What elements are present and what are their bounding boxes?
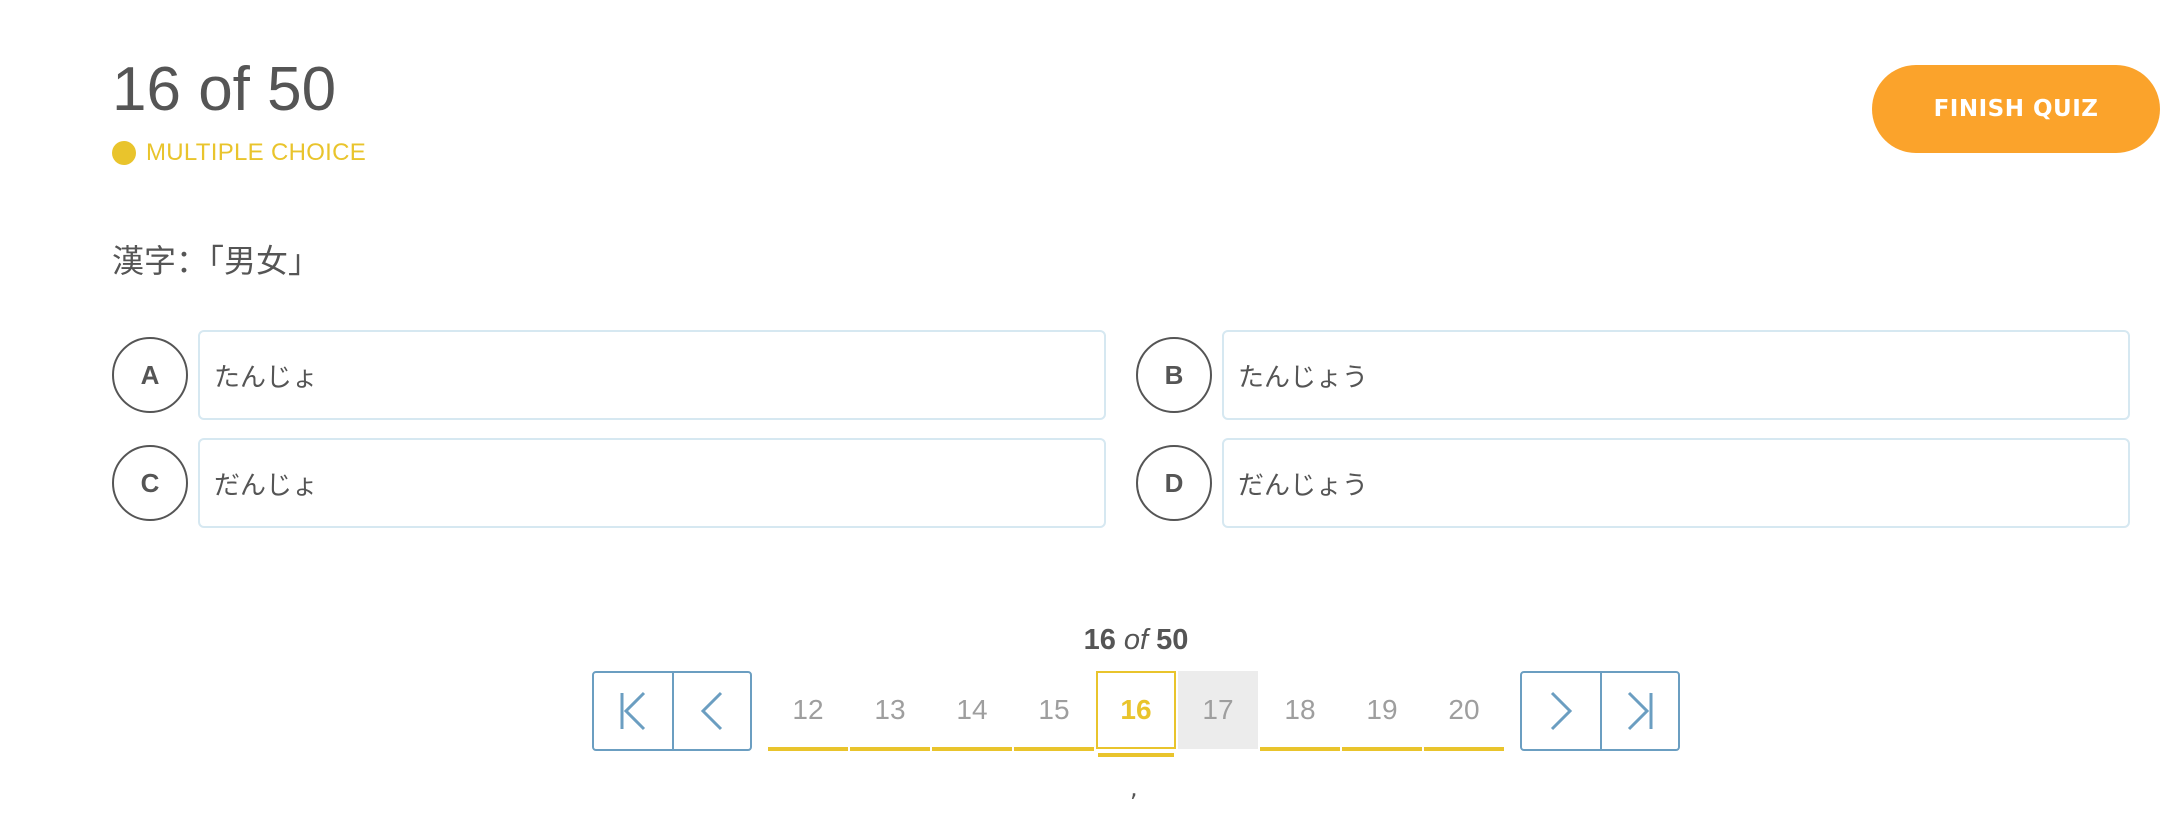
page-button-12[interactable]: 12: [768, 671, 848, 751]
prev-page-button[interactable]: [672, 673, 750, 749]
question-text: 漢字：「男女」: [112, 242, 321, 280]
page-button-13[interactable]: 13: [850, 671, 930, 751]
first-page-button[interactable]: [594, 673, 672, 749]
pager-current: 16: [1083, 624, 1116, 656]
pager-progress: 16 of 50: [1036, 624, 1236, 657]
last-page-button[interactable]: [1600, 673, 1678, 749]
pager-total: 50: [1156, 624, 1189, 656]
page-button-18[interactable]: 18: [1260, 671, 1340, 751]
stray-comma: ,: [1130, 774, 1138, 802]
page-button-16-current[interactable]: 16: [1096, 671, 1176, 757]
progress-title: 16 of 50: [112, 55, 337, 124]
question-type-dot-icon: [112, 141, 136, 165]
question-type-label: MULTIPLE CHOICE: [146, 139, 367, 166]
chevron-right-icon: [1550, 691, 1573, 731]
page-button-20[interactable]: 20: [1424, 671, 1504, 751]
next-page-button[interactable]: [1522, 673, 1600, 749]
finish-quiz-button[interactable]: FINISH QUIZ: [1872, 65, 2160, 153]
first-page-icon: [620, 691, 646, 731]
option-answer-b[interactable]: たんじょう: [1222, 330, 2130, 420]
question-type: MULTIPLE CHOICE: [112, 139, 366, 167]
page-button-17[interactable]: 17: [1178, 671, 1258, 749]
option-c[interactable]: C だんじょ: [112, 438, 1106, 528]
option-answer-d[interactable]: だんじょう: [1222, 438, 2130, 528]
last-page-icon: [1627, 691, 1653, 731]
page-button-15[interactable]: 15: [1014, 671, 1094, 751]
chevron-left-icon: [700, 691, 723, 731]
option-letter-d[interactable]: D: [1136, 445, 1212, 521]
pager-back-controls: [592, 671, 752, 751]
pager-forward-controls: [1520, 671, 1680, 751]
pager-of-word: of: [1123, 624, 1149, 656]
option-answer-a[interactable]: たんじょ: [198, 330, 1106, 420]
option-b[interactable]: B たんじょう: [1136, 330, 2130, 420]
option-letter-c[interactable]: C: [112, 445, 188, 521]
option-a[interactable]: A たんじょ: [112, 330, 1106, 420]
option-d[interactable]: D だんじょう: [1136, 438, 2130, 528]
option-answer-c[interactable]: だんじょ: [198, 438, 1106, 528]
option-letter-b[interactable]: B: [1136, 337, 1212, 413]
page-button-19[interactable]: 19: [1342, 671, 1422, 751]
option-letter-a[interactable]: A: [112, 337, 188, 413]
page-button-14[interactable]: 14: [932, 671, 1012, 751]
